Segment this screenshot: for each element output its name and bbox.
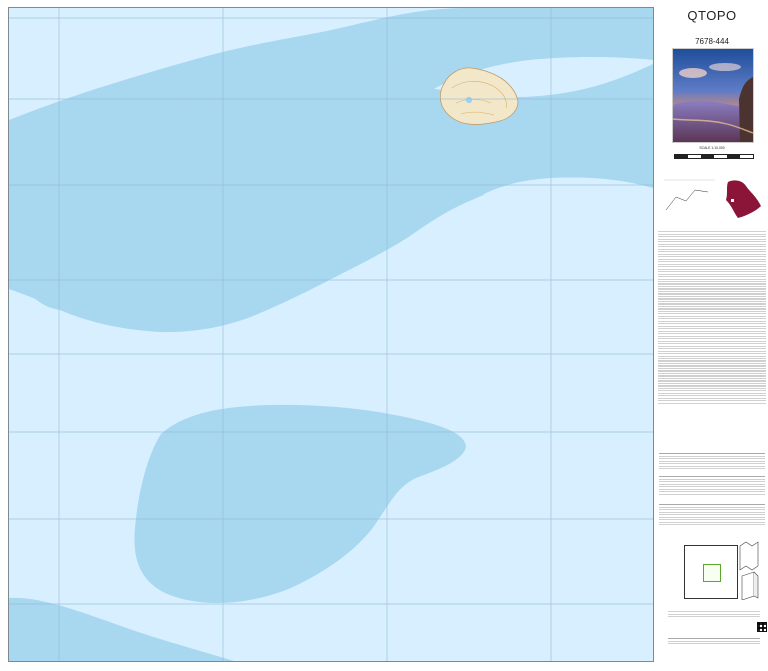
sheet-number: 7678-444: [695, 37, 729, 46]
disclaimer-text-1: [659, 452, 765, 471]
map-canvas: [9, 8, 653, 661]
locality-maps: [660, 176, 761, 218]
cover-photo: [672, 48, 754, 143]
cover-photo-image: [673, 49, 753, 142]
copyright-text: [668, 637, 760, 646]
qr-code[interactable]: [757, 622, 767, 632]
scale-label: SCALE 1:10,000: [699, 146, 725, 150]
legend-body: [658, 230, 766, 405]
scalebar: [674, 154, 754, 159]
disclaimer-text-3: [659, 503, 765, 527]
legend-panel: QTOPO 7678-444 SCALE 1:10,000: [656, 0, 768, 671]
island-lagoon: [465, 96, 473, 104]
folded-map-diagram: [739, 541, 759, 600]
sheet-index-highlight: [703, 564, 721, 582]
product-title: QTOPO: [687, 8, 737, 23]
disclaimer-text-2: [659, 475, 765, 496]
support-text: [668, 610, 760, 619]
map-frame: [8, 7, 654, 662]
sheet-index-map: [684, 545, 738, 599]
